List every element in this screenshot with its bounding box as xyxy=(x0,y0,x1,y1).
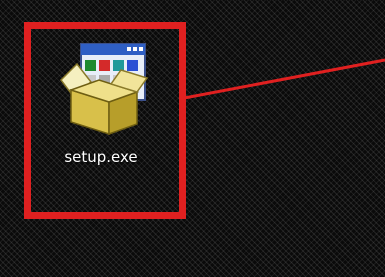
icon-label: setup.exe xyxy=(64,148,138,166)
installer-box-icon xyxy=(60,43,149,136)
desktop: setup.exe xyxy=(0,0,385,277)
setup-exe-icon[interactable]: setup.exe xyxy=(34,30,168,190)
